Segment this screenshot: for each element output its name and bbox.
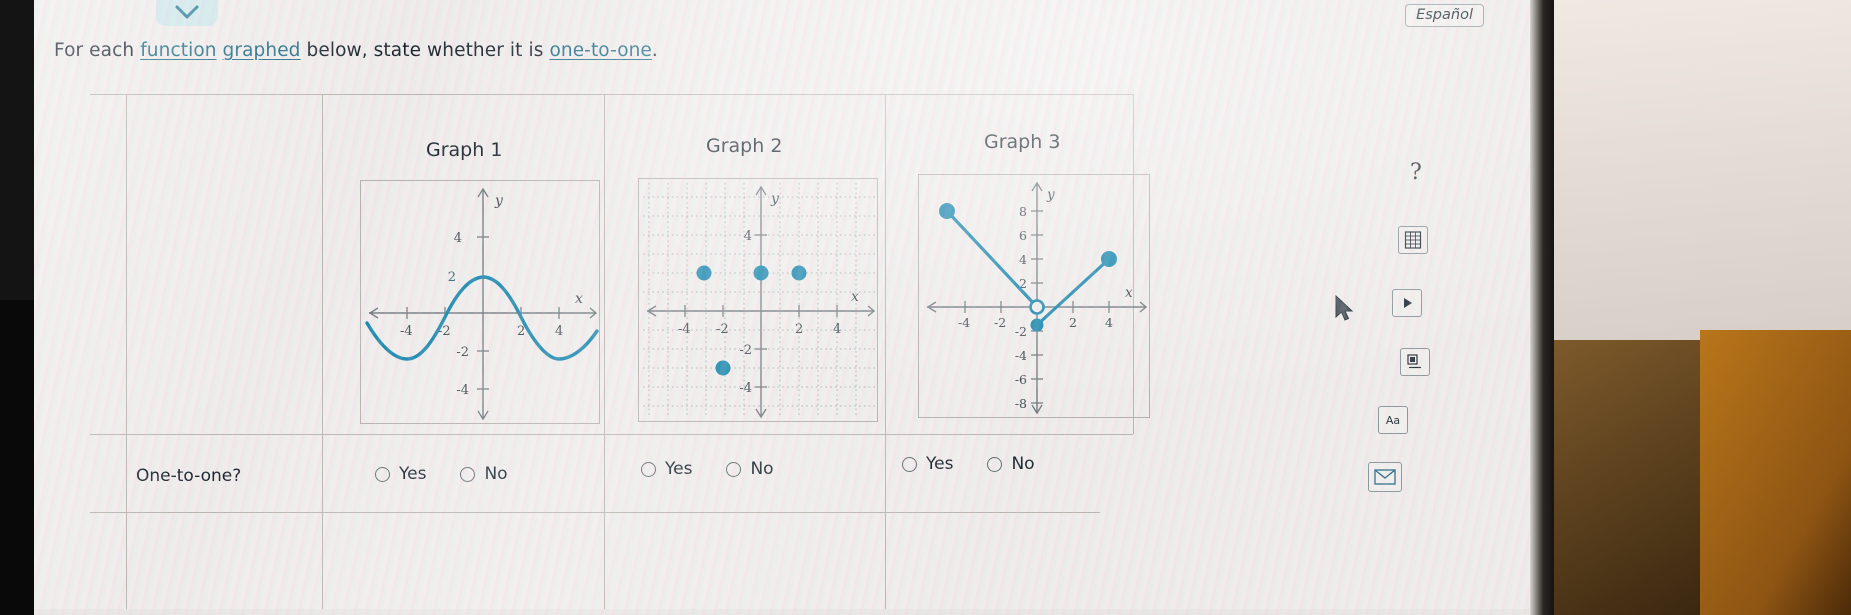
glossary-link-function[interactable]: function — [140, 40, 216, 61]
graph-2-radio-no[interactable] — [726, 461, 742, 477]
graph-2-answer-group: Yes No — [641, 459, 774, 479]
question-prompt: For each function graphed below, state w… — [54, 40, 658, 61]
language-button[interactable]: Español — [1405, 4, 1484, 27]
svg-text:4: 4 — [1105, 315, 1113, 330]
svg-text:-4: -4 — [958, 315, 970, 330]
chevron-down-icon[interactable] — [156, 0, 218, 26]
grid-calculator-icon — [1404, 231, 1422, 249]
graph-2-svg: -4 -2 2 4 4 -2 -4 y x — [643, 183, 876, 419]
background-wall-lower — [1554, 340, 1704, 615]
graph-1-curve — [365, 275, 599, 361]
svg-text:-4: -4 — [678, 322, 691, 337]
svg-text:4: 4 — [555, 324, 563, 339]
graph-3-radio-no-label[interactable]: No — [1011, 454, 1034, 474]
table-col-divider-1 — [322, 94, 323, 614]
svg-text:-4: -4 — [739, 381, 752, 396]
prompt-text-2: below, state whether it is — [300, 40, 550, 61]
table-border-left — [126, 94, 127, 614]
graph-2-plot: -4 -2 2 4 4 -2 -4 y x — [638, 178, 878, 422]
graph-3-radio-yes-label[interactable]: Yes — [926, 454, 953, 474]
graph-2-radio-yes-label[interactable]: Yes — [665, 459, 692, 479]
photographed-screen: Español For each function graphed below,… — [0, 0, 1851, 615]
monitor-bezel-right — [1530, 0, 1554, 615]
keypad-tool[interactable] — [1400, 348, 1430, 376]
svg-text:-4: -4 — [400, 324, 413, 339]
glossary-link-one-to-one[interactable]: one-to-one — [549, 40, 651, 61]
svg-text:4: 4 — [454, 231, 462, 246]
svg-text:y: y — [770, 191, 780, 207]
svg-text:4: 4 — [833, 322, 841, 337]
graph-3-endpoint-right — [1101, 251, 1117, 267]
svg-text:-2: -2 — [456, 345, 469, 360]
graph-1-radio-no-label[interactable]: No — [484, 464, 507, 484]
background-wall-upper — [1554, 0, 1851, 352]
graph-3-open-point — [1029, 299, 1045, 315]
graph-3-title: Graph 3 — [984, 131, 1061, 153]
glossary-link-graphed[interactable]: graphed — [223, 40, 301, 61]
background-wall-accent — [1700, 330, 1851, 615]
question-table: Graph 1 Graph 2 Graph 3 -4 -2 2 4 4 -2 -… — [90, 94, 1150, 614]
prompt-text-1: For each — [54, 40, 141, 61]
graph-3-endpoint-left — [939, 203, 955, 219]
svg-text:-4: -4 — [456, 383, 469, 398]
graph-2-title: Graph 2 — [706, 135, 783, 157]
svg-text:-4: -4 — [1015, 348, 1027, 363]
row-label-one-to-one: One-to-one? — [136, 466, 242, 486]
graph-3-radio-no[interactable] — [987, 456, 1003, 472]
message-tool[interactable] — [1368, 462, 1402, 492]
svg-text:4: 4 — [744, 229, 752, 244]
graph-2-radio-no-label[interactable]: No — [750, 459, 773, 479]
screen-content: Español For each function graphed below,… — [34, 0, 1530, 615]
svg-text:8: 8 — [1019, 204, 1027, 219]
play-button-icon — [1404, 298, 1412, 308]
svg-text:-2: -2 — [716, 322, 729, 337]
graph-3-answer-group: Yes No — [902, 454, 1035, 474]
svg-text:-8: -8 — [1015, 396, 1027, 411]
graph-3-radio-yes[interactable] — [902, 456, 917, 472]
page-bottom-edge — [34, 609, 1530, 615]
svg-text:x: x — [851, 289, 859, 305]
table-col-divider-2 — [604, 94, 605, 614]
graph-3-plot: -4 -2 2 4 8 6 4 2 -2 -4 -6 -8 y x — [918, 174, 1150, 418]
svg-text:x: x — [575, 291, 583, 307]
graph-1-plot: -4 -2 2 4 4 -2 -4 2 y x — [360, 180, 600, 424]
table-border-top — [90, 94, 1133, 95]
svg-text:-2: -2 — [994, 315, 1006, 330]
keypad-icon — [1407, 354, 1421, 369]
graph-3-closed-point — [1030, 318, 1044, 332]
graph-3-curve — [939, 203, 1117, 332]
svg-text:y: y — [1046, 187, 1055, 203]
graph-1-svg: -4 -2 2 4 4 -2 -4 2 y x — [365, 187, 599, 421]
video-tool[interactable] — [1392, 289, 1422, 317]
table-col-divider-3 — [885, 94, 886, 614]
svg-text:-2: -2 — [1015, 324, 1027, 339]
table-row-divider — [90, 434, 1133, 435]
svg-text:-2: -2 — [739, 343, 752, 358]
svg-text:x: x — [1125, 285, 1133, 301]
text-tool[interactable]: Aa — [1378, 406, 1408, 434]
graph-1-radio-yes-label[interactable]: Yes — [399, 464, 426, 484]
graph-2-points — [696, 265, 807, 376]
graph-1-radio-no[interactable] — [460, 466, 476, 482]
graph-1-radio-yes[interactable] — [375, 466, 390, 482]
envelope-icon — [1374, 469, 1396, 485]
mouse-pointer-icon — [1334, 294, 1356, 327]
svg-text:-6: -6 — [1015, 372, 1027, 387]
svg-text:6: 6 — [1019, 228, 1027, 243]
graph-1-title: Graph 1 — [426, 139, 503, 161]
graph-3-svg: -4 -2 2 4 8 6 4 2 -2 -4 -6 -8 y x — [926, 181, 1148, 415]
graph-2-radio-yes[interactable] — [641, 461, 656, 477]
calculator-tool[interactable] — [1398, 226, 1428, 254]
svg-text:2: 2 — [795, 322, 803, 337]
svg-text:2: 2 — [448, 270, 456, 285]
svg-text:2: 2 — [1069, 315, 1077, 330]
table-border-bottom — [90, 512, 1100, 513]
svg-text:y: y — [494, 193, 504, 209]
help-icon[interactable]: ? — [1410, 160, 1422, 185]
svg-text:4: 4 — [1019, 252, 1027, 267]
text-aa-icon: Aa — [1385, 413, 1401, 427]
prompt-text-3: . — [651, 40, 658, 61]
graph-1-answer-group: Yes No — [375, 464, 508, 484]
